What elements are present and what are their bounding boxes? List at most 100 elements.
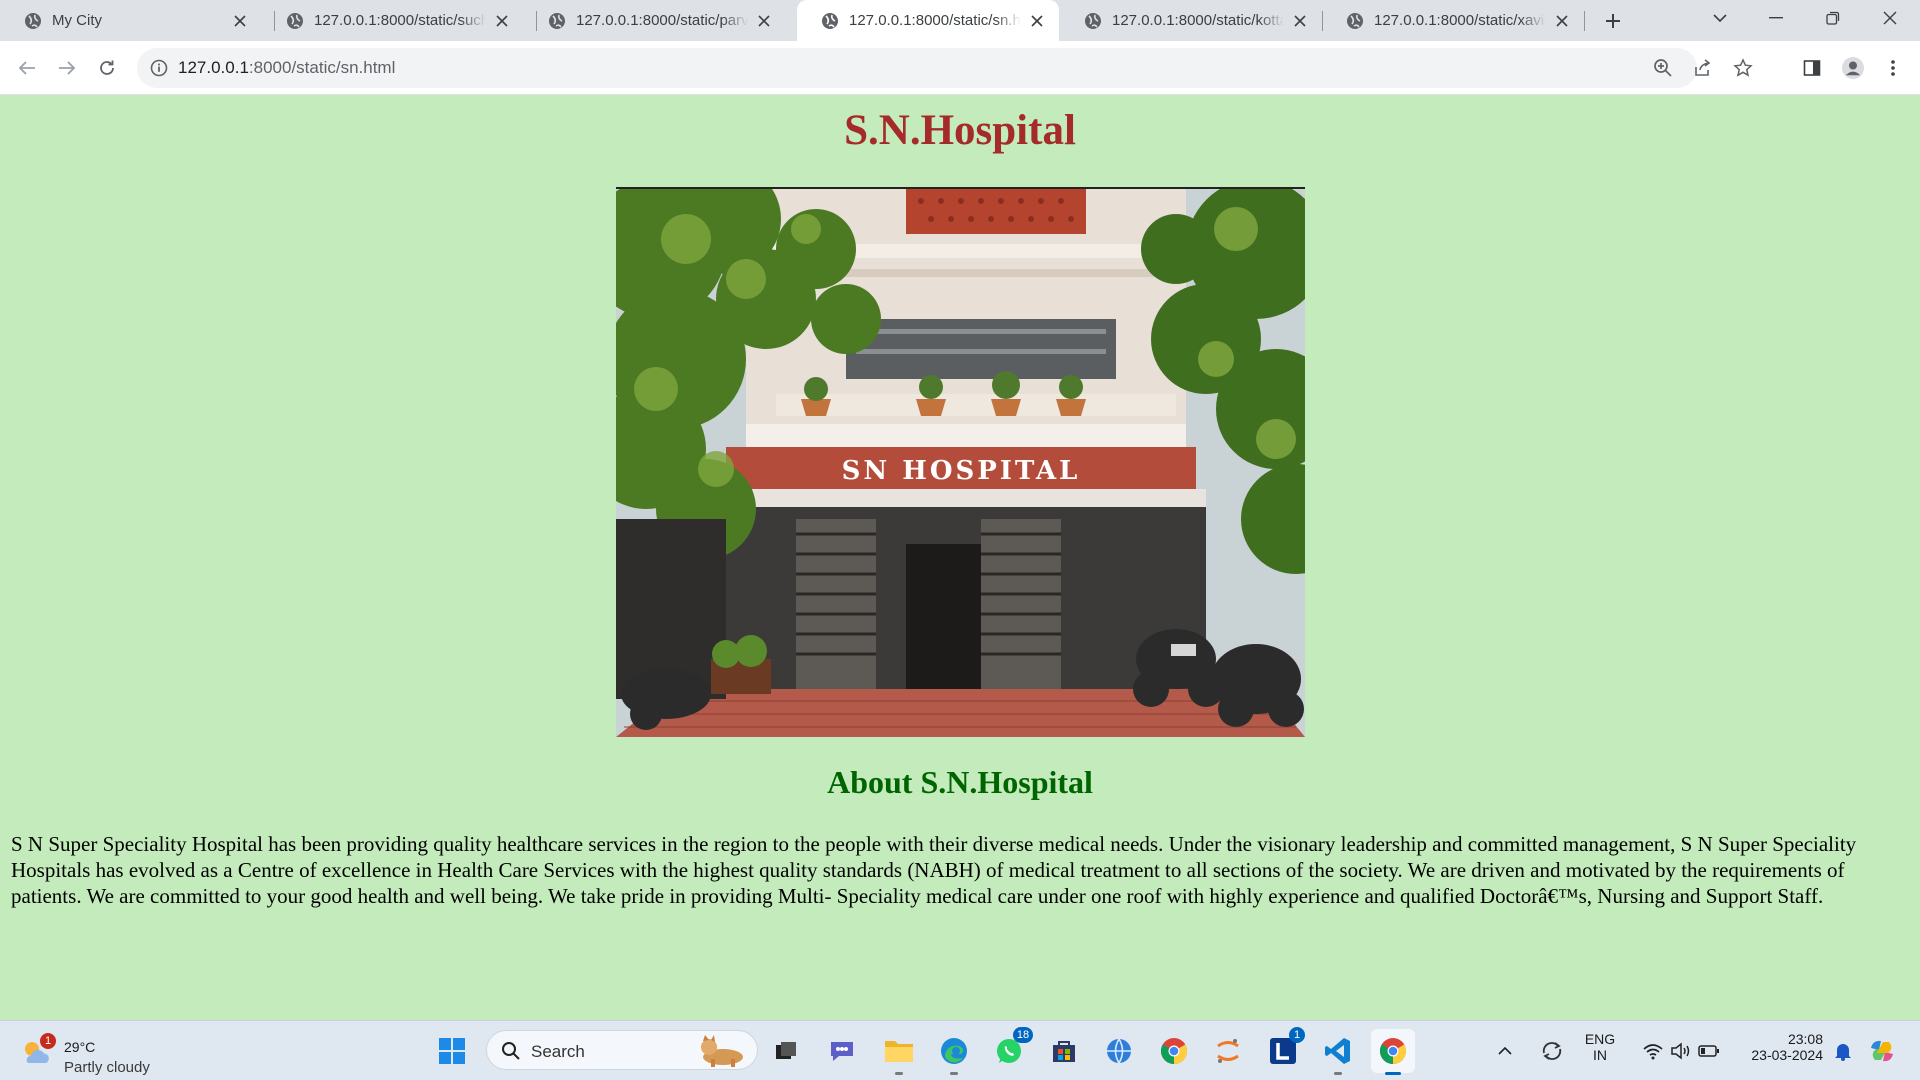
tab-title: 127.0.0.1:8000/static/kottakkal	[1112, 12, 1284, 29]
about-heading: About S.N.Hospital	[827, 764, 1093, 800]
close-icon[interactable]	[230, 11, 250, 31]
weather-badge: 1	[40, 1033, 56, 1049]
chevron-up-icon	[1498, 1046, 1512, 1055]
browser-toolbar: 127.0.0.1:8000/static/sn.html	[0, 41, 1920, 95]
close-window-button[interactable]	[1862, 0, 1918, 36]
volume-icon	[1671, 1042, 1690, 1060]
l-app[interactable]: 1	[1261, 1027, 1305, 1073]
restore-button[interactable]	[1805, 0, 1861, 36]
wifi-icon	[1643, 1044, 1663, 1060]
edge-app[interactable]	[932, 1029, 976, 1075]
close-icon[interactable]	[1552, 11, 1572, 31]
new-tab-button[interactable]	[1598, 6, 1628, 36]
zoom-icon	[1654, 59, 1672, 77]
globe-icon	[25, 12, 41, 29]
show-hidden-icons-button[interactable]	[1490, 1029, 1520, 1073]
reload-button[interactable]	[92, 53, 122, 83]
chrome-icon	[1160, 1038, 1188, 1065]
weather-widget[interactable]: 1 29°C Partly cloudy	[20, 1029, 220, 1076]
search-label: Search	[531, 1042, 585, 1061]
copilot-icon	[1871, 1040, 1893, 1062]
tab-strip: My City 127.0.0.1:8000/static/suchitra 1…	[0, 0, 1920, 41]
close-icon[interactable]	[754, 11, 774, 31]
globe-icon	[822, 12, 838, 29]
bell-icon	[1835, 1044, 1851, 1061]
reload-icon	[100, 60, 114, 75]
tab-sn-hospital[interactable]: 127.0.0.1:8000/static/sn.html	[797, 0, 1059, 41]
forward-button[interactable]	[52, 53, 82, 83]
tab-search-button[interactable]	[1692, 0, 1748, 36]
share-icon	[1695, 59, 1711, 76]
tab-parvathi[interactable]: 127.0.0.1:8000/static/parvathi	[524, 0, 786, 41]
about-paragraph: S N Super Speciality Hospital has been p…	[11, 832, 1857, 908]
minimize-icon	[1769, 17, 1783, 19]
chrome-app[interactable]	[1152, 1029, 1196, 1073]
l-app-badge: 1	[1289, 1027, 1305, 1043]
close-icon[interactable]	[1290, 11, 1310, 31]
chrome-app-active[interactable]	[1371, 1029, 1415, 1075]
back-button[interactable]	[12, 53, 42, 83]
side-panel-icon	[1803, 60, 1821, 76]
globe-app-icon	[1107, 1038, 1131, 1064]
globe-icon	[549, 12, 565, 29]
zoom-button[interactable]	[1648, 53, 1678, 83]
close-icon[interactable]	[492, 11, 512, 31]
jupyter-icon	[1217, 1039, 1239, 1063]
minimize-button[interactable]	[1748, 0, 1804, 36]
task-view-button[interactable]	[764, 1029, 808, 1073]
edge-icon	[941, 1038, 967, 1064]
info-icon[interactable]	[149, 58, 169, 78]
windows-icon	[439, 1038, 465, 1064]
share-button[interactable]	[1688, 53, 1718, 83]
chevron-down-icon	[1713, 14, 1727, 23]
profile-button[interactable]	[1838, 53, 1868, 83]
bookmark-button[interactable]	[1728, 53, 1758, 83]
clock[interactable]: 23:08 23-03-2024	[1733, 1031, 1823, 1063]
language-indicator[interactable]: ENG IN	[1580, 1031, 1620, 1063]
whatsapp-app[interactable]: 18	[987, 1027, 1033, 1073]
chat-icon	[831, 1042, 853, 1061]
close-icon[interactable]	[1027, 11, 1047, 31]
hospital-sign: SN HOSPITAL	[842, 456, 1081, 486]
tab-title: 127.0.0.1:8000/static/parvathi	[576, 12, 748, 29]
notifications-button[interactable]	[1828, 1029, 1858, 1073]
tab-my-city[interactable]: My City	[0, 0, 262, 41]
file-explorer-app[interactable]	[877, 1029, 921, 1075]
teams-app[interactable]	[820, 1029, 864, 1073]
vscode-app[interactable]	[1316, 1029, 1360, 1075]
weather-condition: Partly cloudy	[64, 1059, 150, 1076]
arrow-right-icon	[59, 61, 76, 75]
copilot-button[interactable]	[1862, 1029, 1902, 1073]
globe-icon	[1085, 12, 1101, 29]
quick-settings-button[interactable]	[1636, 1029, 1726, 1073]
vscode-icon	[1325, 1038, 1350, 1064]
battery-icon	[1698, 1045, 1719, 1057]
store-app[interactable]	[1042, 1029, 1086, 1073]
network-app[interactable]	[1097, 1029, 1141, 1073]
chrome-icon	[1379, 1038, 1407, 1065]
whatsapp-badge: 18	[1013, 1027, 1033, 1043]
page-content: S.N.Hospital SN HOSPITAL About S.N.Hospi…	[0, 96, 1920, 1020]
sync-tray-button[interactable]	[1530, 1029, 1574, 1073]
tab-title: 127.0.0.1:8000/static/xavier	[1374, 12, 1546, 29]
tab-suchitra[interactable]: 127.0.0.1:8000/static/suchitra	[262, 0, 524, 41]
tab-kottakkal[interactable]: 127.0.0.1:8000/static/kottakkal	[1060, 0, 1322, 41]
globe-icon	[287, 12, 303, 29]
search-icon	[502, 1042, 520, 1060]
page-title: S.N.Hospital	[844, 107, 1076, 154]
arrow-left-icon	[18, 61, 35, 75]
url-text[interactable]: 127.0.0.1:8000/static/sn.html	[178, 58, 395, 78]
taskbar: 1 29°C Partly cloudy Search 18 1 ENG IN …	[0, 1020, 1920, 1080]
more-vertical-icon	[1891, 60, 1895, 76]
tab-xavier[interactable]: 127.0.0.1:8000/static/xavier	[1322, 0, 1584, 41]
jupyter-app[interactable]	[1206, 1029, 1250, 1073]
taskbar-search[interactable]: Search	[486, 1030, 758, 1070]
tab-title: 127.0.0.1:8000/static/sn.html	[849, 12, 1021, 29]
menu-button[interactable]	[1878, 53, 1908, 83]
restore-icon	[1826, 11, 1840, 25]
task-view-icon	[776, 1042, 796, 1059]
side-panel-button[interactable]	[1797, 53, 1827, 83]
address-bar[interactable]: 127.0.0.1:8000/static/sn.html	[137, 48, 1753, 88]
start-button[interactable]	[430, 1029, 474, 1073]
search-highlight-icon	[701, 1035, 743, 1067]
